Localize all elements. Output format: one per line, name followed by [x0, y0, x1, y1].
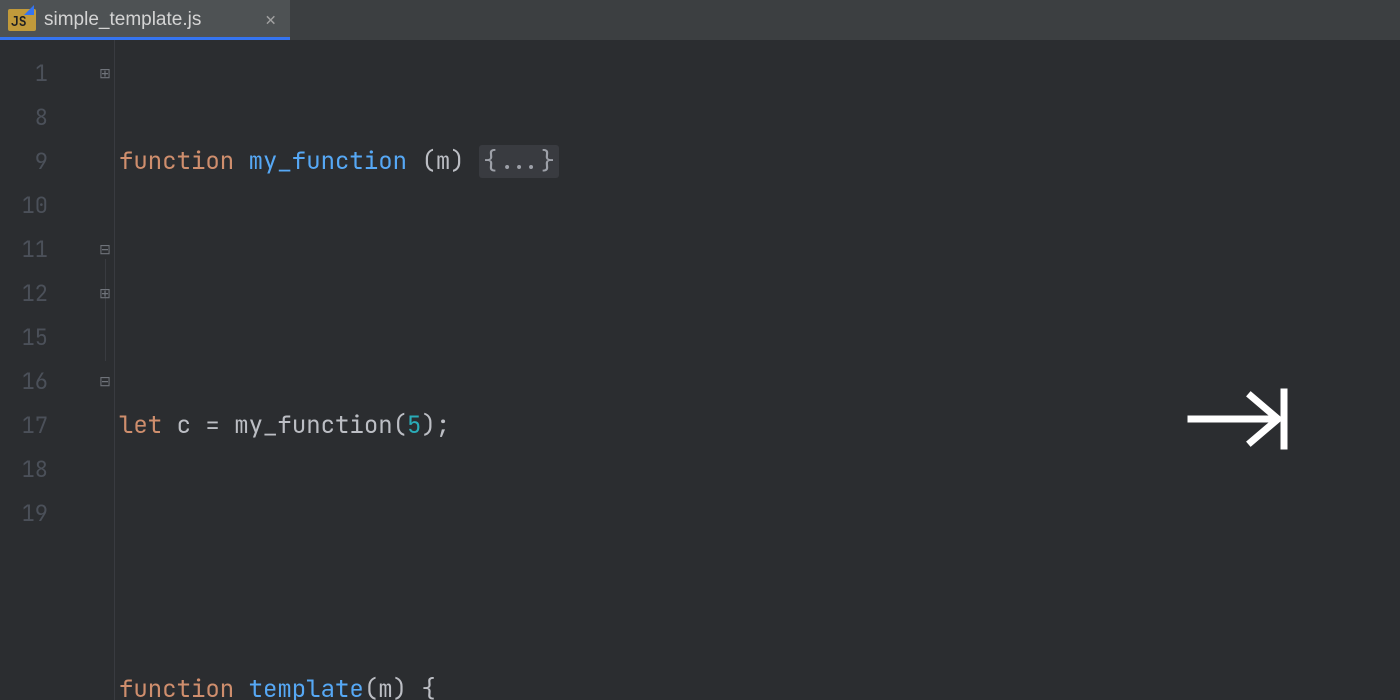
line-number: 16 — [0, 360, 48, 404]
code-area[interactable]: function my_function (m) {...} let c = m… — [115, 40, 1400, 700]
fold-end-icon[interactable]: ⊟ — [96, 373, 114, 391]
line-number: 15 — [0, 316, 48, 360]
fold-collapse-icon[interactable]: ⊟ — [96, 241, 114, 259]
line-number-gutter: 1 8 9 10 11 12 15 16 17 18 19 — [0, 40, 60, 700]
folded-region[interactable]: {...} — [479, 145, 559, 178]
fold-guide-line — [105, 259, 106, 361]
fold-gutter: ⊞ ⊟ ⊞ ⊟ — [60, 40, 115, 700]
code-line: let c = my_function(5); — [115, 404, 1400, 448]
code-line — [115, 272, 1400, 316]
tab-arrow-icon — [1100, 340, 1210, 410]
line-number: 18 — [0, 448, 48, 492]
line-number: 9 — [0, 140, 48, 184]
code-line: function my_function (m) {...} — [115, 140, 1400, 184]
code-line: function template(m) { — [115, 668, 1400, 700]
fold-expand-icon[interactable]: ⊞ — [96, 285, 114, 303]
close-tab-icon[interactable]: ✕ — [261, 7, 280, 34]
js-file-icon: JS — [8, 9, 36, 31]
fold-expand-icon[interactable]: ⊞ — [96, 65, 114, 83]
line-number: 17 — [0, 404, 48, 448]
code-line — [115, 536, 1400, 580]
tab-filename: simple_template.js — [44, 9, 201, 31]
line-number: 12 — [0, 272, 48, 316]
tab-bar: JS simple_template.js ✕ — [0, 0, 1400, 40]
line-number: 10 — [0, 184, 48, 228]
line-number: 19 — [0, 492, 48, 536]
line-number: 1 — [0, 52, 48, 96]
line-number: 8 — [0, 96, 48, 140]
code-editor[interactable]: 1 8 9 10 11 12 15 16 17 18 19 ⊞ ⊟ ⊞ ⊟ fu… — [0, 40, 1400, 700]
line-number: 11 — [0, 228, 48, 272]
file-tab[interactable]: JS simple_template.js ✕ — [0, 0, 290, 40]
